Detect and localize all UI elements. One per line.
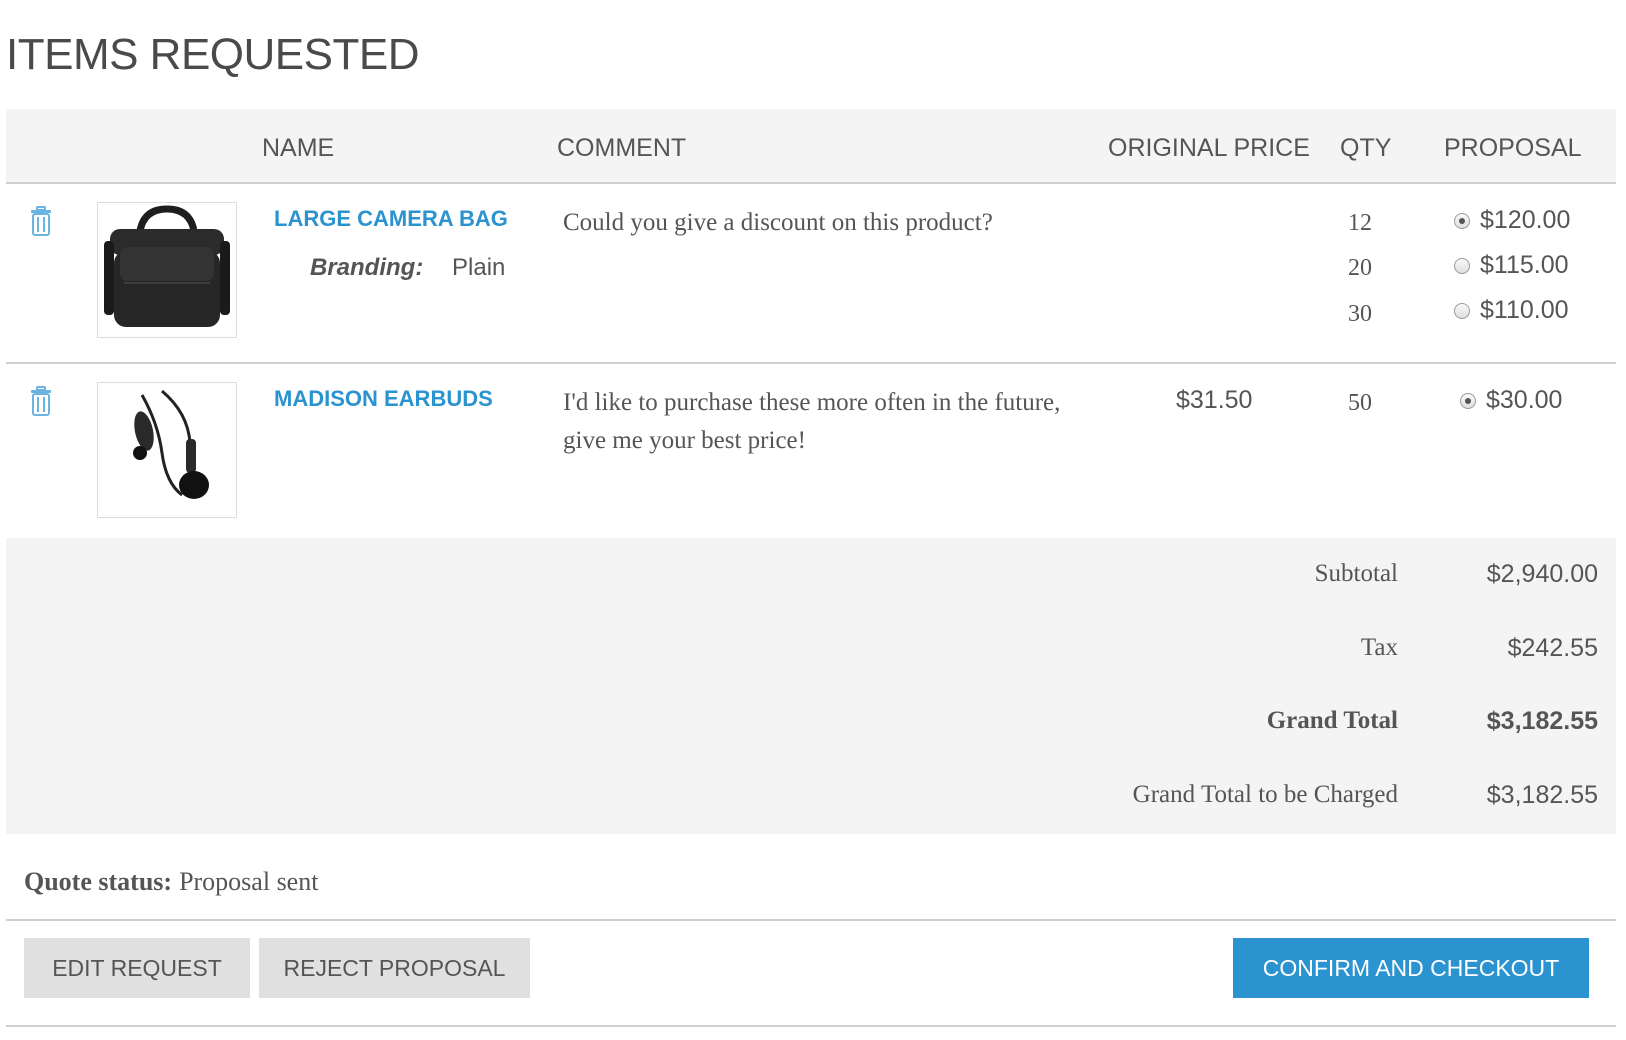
header-name: NAME [262, 134, 335, 162]
tier-qty: 12 [1348, 210, 1372, 236]
proposal-option[interactable]: $115.00 [1454, 251, 1569, 280]
proposal-radio[interactable] [1460, 392, 1476, 409]
confirm-checkout-button[interactable]: CONFIRM AND CHECKOUT [1233, 938, 1589, 998]
tax-label: Tax [1360, 634, 1398, 661]
reject-proposal-button[interactable]: REJECT PROPOSAL [259, 938, 530, 998]
camera-bag-icon[interactable] [97, 202, 237, 338]
totals-panel: Subtotal $2,940.00 Tax $242.55 Grand Tot… [6, 538, 1616, 834]
comment-text: Could you give a discount on this produc… [563, 209, 993, 236]
page-title: ITEMS REQUESTED [6, 30, 420, 79]
quote-page: ITEMS REQUESTED NAME COMMENT ORIGINAL PR… [0, 0, 1626, 1040]
product-name-link[interactable]: LARGE CAMERA BAG [274, 206, 508, 232]
divider [6, 919, 1616, 921]
header-original-price: ORIGINAL PRICE [1108, 134, 1310, 162]
proposal-radio[interactable] [1454, 302, 1470, 319]
trash-icon[interactable] [30, 206, 52, 236]
proposal-option[interactable]: $120.00 [1454, 206, 1570, 235]
items-table: NAME COMMENT ORIGINAL PRICE QTY PROPOSAL [6, 109, 1616, 544]
header-qty: QTY [1340, 134, 1392, 162]
proposal-price: $115.00 [1480, 251, 1569, 279]
subtotal-label: Subtotal [1314, 560, 1398, 587]
product-option: Branding: Plain [310, 254, 505, 282]
product-name-link[interactable]: MADISON EARBUDS [274, 386, 493, 412]
trash-icon[interactable] [30, 386, 52, 416]
header-comment: COMMENT [557, 134, 687, 162]
proposal-option[interactable]: $30.00 [1460, 386, 1562, 415]
charged-total-label: Grand Total to be Charged [1132, 781, 1398, 808]
proposal-radio[interactable] [1454, 257, 1470, 274]
table-row: LARGE CAMERA BAG Branding: Plain Could y… [6, 184, 1616, 364]
option-label: Branding: [310, 254, 424, 281]
proposal-option[interactable]: $110.00 [1454, 296, 1569, 325]
charged-total-value: $3,182.55 [1486, 781, 1598, 809]
earbuds-icon[interactable] [97, 382, 237, 518]
comment-text: I'd like to purchase these more often in… [563, 389, 1061, 454]
grand-total-value: $3,182.55 [1486, 707, 1598, 735]
subtotal-value: $2,940.00 [1486, 560, 1598, 588]
tier-qty: 30 [1348, 301, 1372, 327]
tier-qty: 20 [1348, 255, 1372, 281]
option-value: Plain [452, 254, 506, 281]
quote-status: Quote status: Proposal sent [24, 867, 318, 897]
tier-qty: 50 [1348, 390, 1372, 416]
divider [6, 1025, 1616, 1027]
tax-value: $242.55 [1507, 634, 1598, 662]
table-row: MADISON EARBUDS I'd like to purchase the… [6, 364, 1616, 544]
quote-status-label: Quote status: [24, 867, 173, 896]
table-header: NAME COMMENT ORIGINAL PRICE QTY PROPOSAL [6, 109, 1616, 184]
proposal-price: $30.00 [1486, 386, 1563, 414]
quote-status-value: Proposal sent [179, 867, 319, 896]
original-price: $31.50 [1176, 386, 1253, 414]
edit-request-button[interactable]: EDIT REQUEST [24, 938, 250, 998]
header-proposal: PROPOSAL [1444, 134, 1582, 162]
proposal-price: $110.00 [1480, 296, 1569, 324]
grand-total-label: Grand Total [1266, 707, 1398, 734]
proposal-radio[interactable] [1454, 212, 1470, 229]
proposal-price: $120.00 [1480, 206, 1571, 234]
